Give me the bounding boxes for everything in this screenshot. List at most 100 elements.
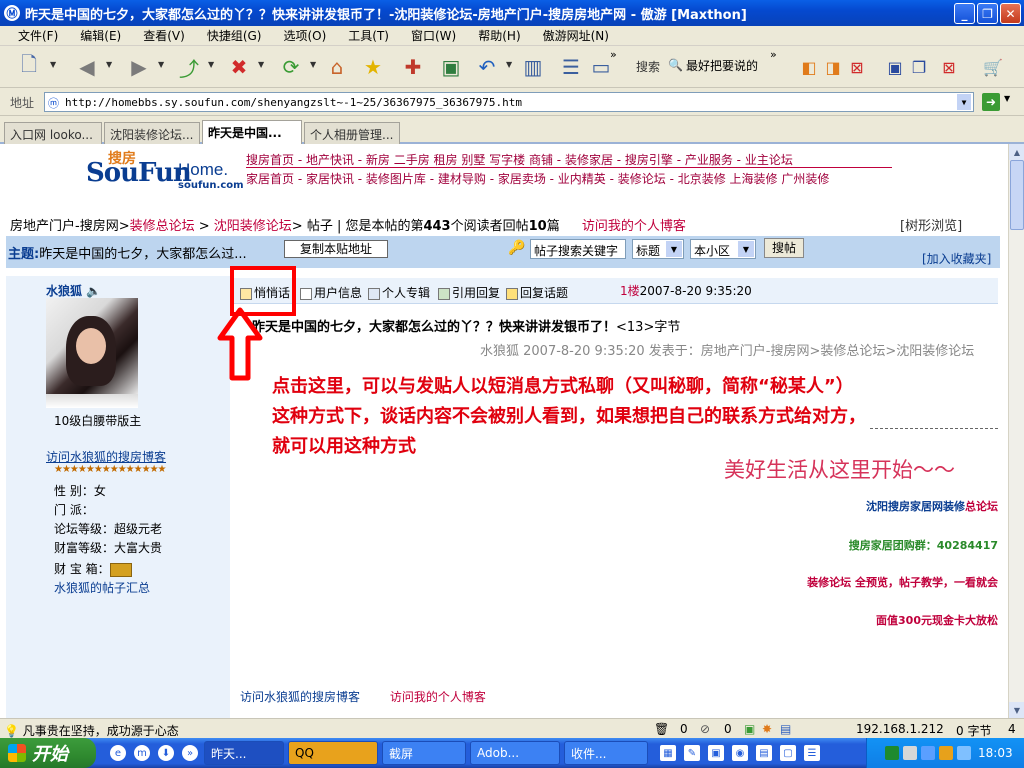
more-chevron-icon[interactable]: » [610,48,617,61]
task-inbox[interactable]: 收件... [564,741,648,765]
area-select[interactable]: 本小区 ▼ [690,239,756,259]
tray-icon[interactable] [903,746,917,760]
crumb-portal[interactable]: 房地产门户-搜房网> [10,219,130,234]
star-icon[interactable]: ✸ [762,722,772,736]
network-icon[interactable] [957,746,971,760]
popup-block-icon[interactable]: ⊘ [700,722,710,736]
minimize-button[interactable]: _ [954,3,975,24]
tools-icon[interactable]: ✚ [398,52,428,82]
restore-button[interactable]: ❐ [977,3,998,24]
url-input[interactable]: ⓜ http://homebbs.sy.soufun.com/shenyangz… [44,92,974,112]
chevron-down-icon[interactable]: ▼ [158,60,164,69]
site-nav-home[interactable]: 家居首页 - 家居快讯 - 装修图片库 - 建材导购 - 家居卖场 - 业内精英… [246,170,829,187]
scroll-thumb[interactable] [1010,160,1024,230]
download-icon[interactable]: ⬇ [158,745,174,761]
menu-options[interactable]: 选项(O) [283,27,326,44]
menu-help[interactable]: 帮助(H) [478,27,520,44]
app-icon[interactable]: ▢ [780,745,796,761]
app-icon[interactable]: ✎ [684,745,700,761]
restore-tab-icon[interactable]: ❐ [904,52,934,82]
close-button[interactable]: ✕ [1000,3,1021,24]
tray-icon[interactable] [921,746,935,760]
user-info-button[interactable]: 用户信息 [300,284,362,301]
search-input[interactable]: 🔍 最好把要说的 [668,54,768,76]
ad-link-3[interactable]: 装修论坛 全预览，帖子教学，一看就会 [807,574,998,590]
tray-icon[interactable] [939,746,953,760]
menu-groups[interactable]: 快捷组(G) [207,27,262,44]
screen-icon[interactable]: ▣ [436,52,466,82]
menu-view[interactable]: 查看(V) [143,27,185,44]
favorites-star-icon[interactable]: ★ [358,52,388,82]
reply-topic-button[interactable]: 回复话题 [506,284,568,301]
crumb-main-forum[interactable]: 装修总论坛 [130,219,195,234]
app-icon[interactable]: ▣ [708,745,724,761]
personal-album-button[interactable]: 个人专辑 [368,284,430,301]
visit-blog-link[interactable]: 访问我的个人博客 [582,219,686,234]
app-icon[interactable]: ▤ [756,745,772,761]
add-favorite-link[interactable]: [加入收藏夹] [922,250,991,267]
tray-icon[interactable] [885,746,899,760]
ad-link-1[interactable]: 沈阳搜房家居网装修总论坛 [866,498,998,514]
screen-icon[interactable]: ▤ [780,722,791,736]
search-scope-select[interactable]: 标题 ▼ [632,239,684,259]
ad-link-4[interactable]: 面值300元现金卡大放松 [876,612,998,628]
back-icon[interactable]: ◀ [72,52,102,82]
poster-posts-link[interactable]: 水狼狐的帖子汇总 [54,579,150,596]
task-browser[interactable]: 昨天... [204,741,284,765]
forward-icon[interactable]: ▶ [124,52,154,82]
more-chevron-icon[interactable]: » [770,48,777,61]
task-qq[interactable]: QQ [288,741,378,765]
chevron-down-icon[interactable]: ▼ [208,60,214,69]
list-icon[interactable]: ☰ [556,52,586,82]
home-icon[interactable]: ⌂ [322,52,352,82]
soufun-logo[interactable]: SouFun 搜房 Home. soufun.com [86,150,246,191]
poster-name[interactable]: 水狼狐 🔈 [46,282,101,299]
crumb-shenyang-forum[interactable]: 沈阳装修论坛 [214,219,292,234]
scroll-up-icon[interactable]: ▲ [1009,144,1024,160]
site-nav-primary[interactable]: 搜房首页 - 地产快讯 - 新房 二手房 租房 别墅 写字楼 商铺 - 装修家居… [246,151,793,168]
columns-icon[interactable]: ▥ [518,52,548,82]
cart-icon[interactable]: 🛒 [978,52,1008,82]
window-title-bar[interactable]: Ⓜ 昨天是中国的七夕，大家都怎么过的丫？？快来讲讲发银币了！-沈阳装修论坛-房地… [0,0,1024,26]
keyword-search-input[interactable]: 帖子搜索关键字 [530,239,626,259]
tab-looko[interactable]: 入口网 looko... [4,122,102,144]
scroll-down-icon[interactable]: ▼ [1009,702,1024,718]
menu-maxthon-sites[interactable]: 傲游网址(N) [543,27,609,44]
task-screenshot[interactable]: 截屏 [382,741,466,765]
close-tab-icon[interactable]: ⊠ [842,52,872,82]
chevron-down-icon[interactable]: ▼ [50,60,56,69]
chevron-down-icon[interactable]: ▼ [106,60,112,69]
quote-reply-button[interactable]: 引用回复 [438,284,500,301]
trash-icon[interactable]: 🗑 [654,722,669,736]
chevron-down-icon[interactable]: ▼ [258,60,264,69]
vertical-scrollbar[interactable]: ▲ ▼ [1008,144,1024,718]
tab-current-post[interactable]: 昨天是中国... [202,120,302,144]
poster-blog-link[interactable]: 访问水狼狐的搜房博客 [46,448,166,465]
tree-view-link[interactable]: [树形浏览] [900,215,962,234]
plugin-icon[interactable]: ▣ [744,722,755,736]
new-page-icon[interactable]: 🗋 [14,52,44,82]
refresh-icon[interactable]: ⟳ [276,52,306,82]
close-all-icon[interactable]: ⊠ [934,52,964,82]
start-button[interactable]: 开始 [0,738,96,768]
sound-icon[interactable]: 🔈 [86,284,101,298]
my-blog-bottom-link[interactable]: 访问我的个人博客 [390,690,486,704]
chevron-down-icon[interactable]: ▼ [1004,94,1010,103]
app-icon[interactable]: ☰ [804,745,820,761]
tab-album[interactable]: 个人相册管理... [304,122,400,144]
copy-url-button[interactable]: 复制本贴地址 [284,240,388,258]
chevron-down-icon[interactable]: ▼ [506,60,512,69]
undo-icon[interactable]: ↶ [472,52,502,82]
menu-file[interactable]: 文件(F) [18,27,58,44]
tab-shenyang-forum[interactable]: 沈阳装修论坛... [104,122,200,144]
ie-icon[interactable]: e [110,745,126,761]
menu-edit[interactable]: 编辑(E) [80,27,121,44]
search-post-button[interactable]: 搜帖 [764,238,804,258]
menu-window[interactable]: 窗口(W) [411,27,456,44]
maxthon-icon[interactable]: m [134,745,150,761]
task-adobe[interactable]: Adob... [470,741,560,765]
ad-link-2[interactable]: 搜房家居团购群：40284417 [849,537,998,553]
poster-blog-bottom-link[interactable]: 访问水狼狐的搜房博客 [240,690,360,704]
chevron-down-icon[interactable]: ▼ [957,94,971,110]
chevron-down-icon[interactable]: ▼ [310,60,316,69]
